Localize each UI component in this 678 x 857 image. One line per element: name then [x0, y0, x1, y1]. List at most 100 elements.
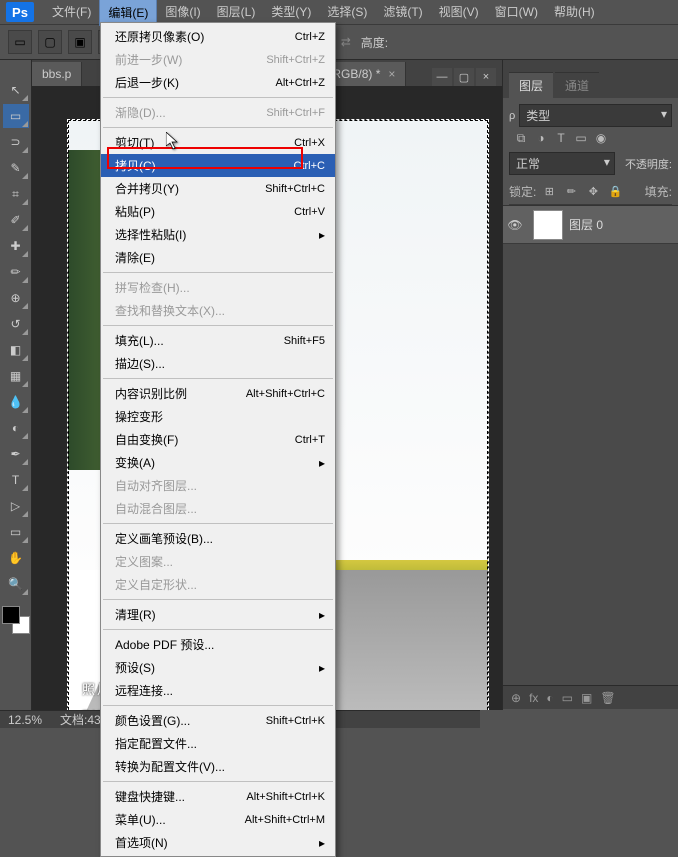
menu-item[interactable]: 变换(A)▸: [101, 451, 335, 474]
menu-item[interactable]: 拷贝(C)Ctrl+C: [101, 154, 335, 177]
zoom-level[interactable]: 12.5%: [8, 713, 42, 727]
menu-item[interactable]: 清除(E): [101, 246, 335, 269]
link-layers-icon[interactable]: ⊕: [511, 691, 521, 705]
dodge-tool[interactable]: ◐: [3, 416, 29, 440]
menu-item[interactable]: 填充(L)...Shift+F5: [101, 329, 335, 352]
tool-preset-button[interactable]: ▭: [8, 30, 32, 54]
channels-tab[interactable]: 通道: [555, 72, 599, 98]
shape-tool[interactable]: ▭: [3, 520, 29, 544]
menu-item[interactable]: 后退一步(K)Alt+Ctrl+Z: [101, 71, 335, 94]
filter-type-icon[interactable]: T: [553, 131, 569, 146]
layer-mask-icon[interactable]: ◐: [546, 691, 553, 705]
menu-item-shortcut: Ctrl+C: [294, 160, 325, 172]
menu-item-shortcut: Shift+Ctrl+K: [266, 715, 325, 727]
lock-all-icon[interactable]: 🔒: [606, 185, 624, 198]
eraser-tool[interactable]: ◧: [3, 338, 29, 362]
maximize-window-button[interactable]: ▢: [454, 68, 474, 86]
menu-item[interactable]: 定义画笔预设(B)...: [101, 527, 335, 550]
layers-tab[interactable]: 图层: [509, 72, 553, 98]
add-selection-button[interactable]: ▣: [68, 30, 92, 54]
menu-item-6[interactable]: 滤镜(T): [375, 0, 430, 26]
menu-item[interactable]: Adobe PDF 预设...: [101, 633, 335, 656]
menu-item[interactable]: 指定配置文件...: [101, 732, 335, 755]
quick-select-tool[interactable]: ✎: [3, 156, 29, 180]
menu-item[interactable]: 内容识别比例Alt+Shift+Ctrl+C: [101, 382, 335, 405]
menu-item-shortcut: Alt+Shift+Ctrl+M: [245, 814, 325, 826]
menu-item[interactable]: 清理(R)▸: [101, 603, 335, 626]
path-select-tool[interactable]: ▷: [3, 494, 29, 518]
zoom-tool[interactable]: 🔍: [3, 572, 29, 596]
lock-transparent-icon[interactable]: ⊞: [540, 185, 558, 198]
menu-item[interactable]: 远程连接...: [101, 679, 335, 702]
history-brush-tool[interactable]: ↺: [3, 312, 29, 336]
gradient-tool[interactable]: ▦: [3, 364, 29, 388]
menu-item-8[interactable]: 窗口(W): [487, 0, 546, 26]
new-group-icon[interactable]: ▭: [562, 691, 573, 705]
menu-item[interactable]: 还原拷贝像素(O)Ctrl+Z: [101, 25, 335, 48]
color-swatches[interactable]: [2, 606, 30, 634]
submenu-arrow-icon: ▸: [319, 836, 325, 850]
visibility-toggle[interactable]: 👁: [503, 218, 527, 232]
menu-item[interactable]: 合并拷贝(Y)Shift+Ctrl+C: [101, 177, 335, 200]
stamp-tool[interactable]: ⊕: [3, 286, 29, 310]
menu-item[interactable]: 描边(S)...: [101, 352, 335, 375]
menu-item[interactable]: 首选项(N)▸: [101, 831, 335, 854]
filter-pixel-icon[interactable]: ⧉: [513, 131, 529, 146]
layer-filter-dropdown[interactable]: 类型: [519, 104, 672, 127]
menu-item-label: 后退一步(K): [115, 74, 275, 91]
menu-item-shortcut: Shift+Ctrl+C: [265, 183, 325, 195]
menu-item[interactable]: 选择性粘贴(I)▸: [101, 223, 335, 246]
menu-item[interactable]: 操控变形: [101, 405, 335, 428]
marquee-tool[interactable]: ▭: [3, 104, 29, 128]
menu-separator: [103, 781, 333, 782]
lock-pixels-icon[interactable]: ✏: [562, 185, 580, 198]
new-selection-button[interactable]: ▢: [38, 30, 62, 54]
menu-item-label: 远程连接...: [115, 682, 325, 699]
type-tool[interactable]: T: [3, 468, 29, 492]
layer-filter-icons: ⧉ ◑ T ▭ ◉: [509, 131, 672, 146]
layer-item[interactable]: 👁 图层 0: [503, 206, 678, 244]
crop-tool[interactable]: ⌗: [3, 182, 29, 206]
lasso-tool[interactable]: ⊃: [3, 130, 29, 154]
menu-item[interactable]: 粘贴(P)Ctrl+V: [101, 200, 335, 223]
menu-item-9[interactable]: 帮助(H): [546, 0, 603, 26]
menu-item-0[interactable]: 文件(F): [44, 0, 99, 26]
filter-adjust-icon[interactable]: ◑: [533, 131, 549, 146]
hand-tool[interactable]: ✋: [3, 546, 29, 570]
lock-position-icon[interactable]: ✥: [584, 185, 602, 198]
blur-tool[interactable]: 💧: [3, 390, 29, 414]
menu-item[interactable]: 预设(S)▸: [101, 656, 335, 679]
menu-item[interactable]: 自由变换(F)Ctrl+T: [101, 428, 335, 451]
document-tab-1[interactable]: bbs.p: [32, 62, 82, 86]
blend-mode-dropdown[interactable]: 正常: [509, 152, 615, 175]
brush-tool[interactable]: ✏: [3, 260, 29, 284]
delete-layer-icon[interactable]: 🗑: [600, 691, 615, 705]
new-layer-icon[interactable]: ▣: [581, 691, 592, 705]
foreground-swatch[interactable]: [2, 606, 20, 624]
minimize-window-button[interactable]: —: [432, 68, 452, 86]
layer-name[interactable]: 图层 0: [569, 216, 678, 233]
pen-tool[interactable]: ✒: [3, 442, 29, 466]
healing-tool[interactable]: ✚: [3, 234, 29, 258]
close-icon[interactable]: ×: [388, 67, 395, 81]
filter-shape-icon[interactable]: ▭: [573, 131, 589, 146]
menu-item[interactable]: 剪切(T)Ctrl+X: [101, 131, 335, 154]
eyedropper-tool[interactable]: ✐: [3, 208, 29, 232]
menu-item-7[interactable]: 视图(V): [431, 0, 487, 26]
menu-item[interactable]: 菜单(U)...Alt+Shift+Ctrl+M: [101, 808, 335, 831]
filter-smart-icon[interactable]: ◉: [593, 131, 609, 146]
menu-item-label: 查找和替换文本(X)...: [115, 302, 325, 319]
menu-item[interactable]: 转换为配置文件(V)...: [101, 755, 335, 778]
menu-item-label: 选择性粘贴(I): [115, 226, 319, 243]
layer-style-icon[interactable]: fx: [529, 691, 538, 705]
close-window-button[interactable]: ×: [476, 68, 496, 86]
menu-item: 前进一步(W)Shift+Ctrl+Z: [101, 48, 335, 71]
menu-item-label: 清理(R): [115, 606, 319, 623]
menu-item[interactable]: 颜色设置(G)...Shift+Ctrl+K: [101, 709, 335, 732]
move-tool[interactable]: ↖: [3, 78, 29, 102]
menu-item-label: 自动对齐图层...: [115, 477, 325, 494]
menu-item[interactable]: 键盘快捷键...Alt+Shift+Ctrl+K: [101, 785, 335, 808]
layer-thumbnail[interactable]: [533, 210, 563, 240]
layer-list: 👁 图层 0: [503, 205, 678, 685]
menu-item-label: 还原拷贝像素(O): [115, 28, 295, 45]
